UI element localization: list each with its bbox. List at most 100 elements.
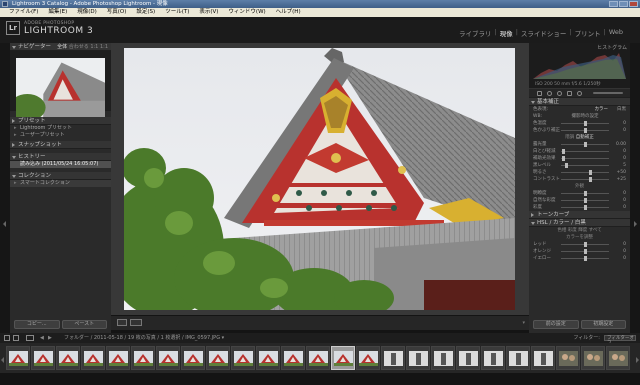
module-slideshow[interactable]: スライドショー bbox=[518, 28, 570, 38]
slider-value[interactable]: 0 bbox=[623, 155, 626, 162]
close-button[interactable] bbox=[629, 1, 638, 7]
filmstrip-thumbnail[interactable] bbox=[6, 346, 30, 370]
slider-value[interactable]: +25 bbox=[617, 176, 627, 183]
history-item[interactable]: 読み込み (2011/05/24 16:05:07) bbox=[10, 161, 111, 168]
filmstrip-thumbnail[interactable] bbox=[356, 346, 380, 370]
filmstrip-thumbnail[interactable] bbox=[456, 346, 480, 370]
graduated-filter-icon[interactable] bbox=[567, 90, 572, 96]
basic-header[interactable]: 基本補正 bbox=[529, 98, 630, 106]
filmstrip-thumbnail[interactable] bbox=[31, 346, 55, 370]
presets-header[interactable]: プリセット bbox=[10, 117, 111, 125]
filmstrip-thumbnail[interactable] bbox=[606, 346, 630, 370]
slider-value[interactable]: 0 bbox=[623, 190, 626, 197]
slider-track[interactable] bbox=[561, 158, 609, 159]
filmstrip-thumbnail[interactable] bbox=[181, 346, 205, 370]
slider-track[interactable] bbox=[561, 172, 609, 173]
slider-value[interactable]: 0 bbox=[623, 255, 626, 262]
tone-curve-header[interactable]: トーンカーブ bbox=[529, 211, 630, 219]
collapse-left-icon[interactable] bbox=[3, 221, 6, 227]
paste-button[interactable]: ペースト bbox=[61, 320, 107, 329]
redeye-icon[interactable] bbox=[557, 90, 562, 96]
navigator-header[interactable]: ナビゲーター 全体 合わせる 1:1 1:1 bbox=[10, 43, 111, 51]
slider-value[interactable]: 0 bbox=[623, 120, 626, 127]
menu-develop[interactable]: 現像(D) bbox=[72, 8, 102, 17]
slider-knob[interactable] bbox=[584, 242, 587, 247]
collections-header[interactable]: コレクション bbox=[10, 172, 111, 180]
filmstrip-thumbnail[interactable] bbox=[556, 346, 580, 370]
menu-edit[interactable]: 編集(E) bbox=[43, 8, 72, 17]
menu-tools[interactable]: ツール(T) bbox=[160, 8, 194, 17]
copy-button[interactable]: コピー... bbox=[14, 320, 60, 329]
histogram[interactable]: ヒストグラム ISO 200 50 mm f/5.6 1/250秒 bbox=[529, 43, 630, 89]
preset-folder-lightroom[interactable]: Lightroom プリセット bbox=[10, 125, 111, 132]
filmstrip-thumbnail[interactable] bbox=[581, 346, 605, 370]
module-develop[interactable]: 現像 bbox=[497, 28, 516, 38]
filmstrip-thumbnail[interactable] bbox=[131, 346, 155, 370]
page-1-icon[interactable] bbox=[4, 335, 10, 341]
menu-settings[interactable]: 設定(S) bbox=[131, 8, 160, 17]
slider-value[interactable]: 0 bbox=[623, 197, 626, 204]
zoom-1-1[interactable]: 1:1 bbox=[90, 44, 98, 50]
menu-window[interactable]: ウィンドウ(W) bbox=[223, 8, 270, 17]
auto-tone-button[interactable]: 自動補正 bbox=[576, 135, 594, 140]
slider-value[interactable]: 0 bbox=[623, 241, 626, 248]
filmstrip[interactable] bbox=[0, 343, 640, 373]
right-panel-edge[interactable] bbox=[630, 43, 640, 333]
history-header[interactable]: ヒストリー bbox=[10, 153, 111, 161]
loupe-view-button[interactable] bbox=[117, 319, 127, 326]
collection-smart[interactable]: スマートコレクション bbox=[10, 180, 111, 187]
preset-folder-user[interactable]: ユーザープリセット bbox=[10, 132, 111, 139]
left-panel-edge[interactable] bbox=[0, 43, 10, 333]
module-web[interactable]: Web bbox=[606, 28, 626, 38]
filmstrip-right-icon[interactable] bbox=[636, 357, 639, 363]
menu-view[interactable]: 表示(V) bbox=[194, 8, 223, 17]
filmstrip-thumbnail[interactable] bbox=[381, 346, 405, 370]
slider-knob[interactable] bbox=[562, 149, 566, 154]
slider-value[interactable]: +50 bbox=[617, 169, 627, 176]
slider-value[interactable]: 0 bbox=[623, 127, 626, 134]
filmstrip-thumbnail[interactable] bbox=[56, 346, 80, 370]
filmstrip-thumbnail[interactable] bbox=[431, 346, 455, 370]
filmstrip-thumbnail[interactable] bbox=[206, 346, 230, 370]
toolbar-dropdown-icon[interactable]: ▾ bbox=[522, 320, 525, 326]
brush-icon[interactable] bbox=[577, 90, 582, 96]
filmstrip-thumbnail[interactable] bbox=[506, 346, 530, 370]
zoom-custom[interactable]: 1:1 bbox=[100, 44, 108, 50]
slider-knob[interactable] bbox=[584, 205, 587, 210]
filmstrip-thumbnail[interactable] bbox=[531, 346, 555, 370]
slider-knob[interactable] bbox=[584, 128, 587, 133]
page-2-icon[interactable] bbox=[13, 335, 19, 341]
slider-value[interactable]: 5 bbox=[623, 162, 626, 169]
crop-tool-icon[interactable] bbox=[537, 90, 542, 96]
filmstrip-thumbnail[interactable] bbox=[481, 346, 505, 370]
filter-select[interactable]: フィルターオフ bbox=[604, 335, 636, 346]
treatment-color[interactable]: カラー bbox=[595, 106, 609, 113]
reset-button[interactable]: 初期設定 bbox=[580, 320, 626, 329]
filmstrip-left-icon[interactable] bbox=[1, 357, 4, 363]
spot-removal-icon[interactable] bbox=[547, 90, 552, 96]
zoom-fill[interactable]: 合わせる bbox=[69, 44, 89, 50]
collapse-right-icon[interactable] bbox=[634, 221, 637, 227]
tool-slider[interactable] bbox=[593, 92, 623, 94]
slider-knob[interactable] bbox=[584, 191, 587, 196]
maximize-button[interactable] bbox=[619, 1, 628, 7]
slider-knob[interactable] bbox=[588, 177, 592, 182]
snapshots-header[interactable]: スナップショット bbox=[10, 141, 111, 149]
filmstrip-thumbnail[interactable] bbox=[231, 346, 255, 370]
menu-help[interactable]: ヘルプ(H) bbox=[271, 8, 306, 17]
filmstrip-thumbnail[interactable] bbox=[156, 346, 180, 370]
module-library[interactable]: ライブラリ bbox=[456, 28, 495, 38]
filmstrip-thumbnail[interactable] bbox=[281, 346, 305, 370]
filmstrip-thumbnail[interactable] bbox=[331, 346, 355, 370]
slider-track[interactable] bbox=[561, 165, 609, 166]
slider-knob[interactable] bbox=[564, 163, 568, 168]
filmstrip-thumbnail[interactable] bbox=[106, 346, 130, 370]
slider-value[interactable]: 0 bbox=[623, 148, 626, 155]
grid-view-icon[interactable] bbox=[26, 335, 34, 341]
slider-knob[interactable] bbox=[584, 256, 587, 261]
slider-knob[interactable] bbox=[588, 170, 592, 175]
hsl-tabs[interactable]: 色相 彩度 輝度 すべて bbox=[529, 227, 630, 234]
menu-photo[interactable]: 写真(O) bbox=[102, 8, 132, 17]
slider-value[interactable]: 0 bbox=[623, 204, 626, 211]
filmstrip-thumbnail[interactable] bbox=[406, 346, 430, 370]
